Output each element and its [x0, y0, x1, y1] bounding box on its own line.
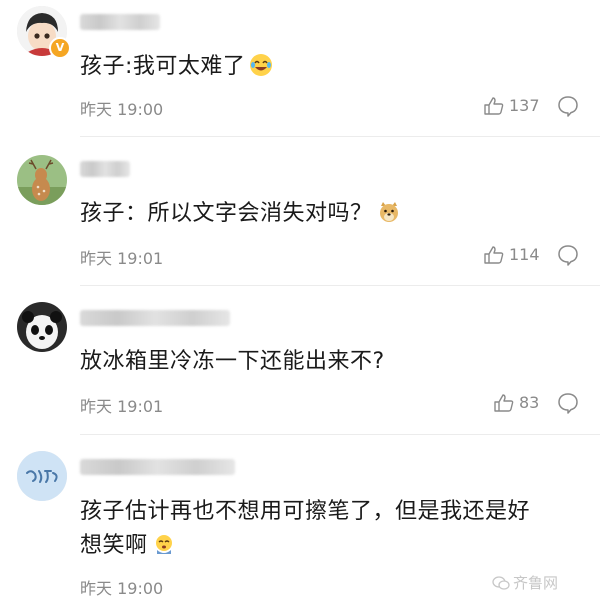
- timestamp: 昨天 19:00: [80, 100, 164, 119]
- divider: [80, 285, 600, 286]
- username-blurred[interactable]: [80, 14, 160, 30]
- avatar[interactable]: [17, 155, 67, 205]
- comment-text: 孩子估计再也不想用可擦笔了，但是我还是好 想笑啊: [80, 495, 590, 563]
- timestamp: 昨天 19:01: [80, 249, 164, 268]
- like-button[interactable]: 83: [494, 393, 539, 412]
- username-blurred[interactable]: [80, 310, 230, 326]
- comment-text: 放冰箱里冷冻一下还能出来不?: [80, 349, 385, 374]
- like-count: 83: [519, 393, 540, 412]
- crying-emoji: [152, 532, 176, 556]
- watermark-text: 齐鲁网: [513, 574, 559, 592]
- avatar[interactable]: [17, 302, 67, 352]
- verified-badge: V: [49, 37, 71, 59]
- wechat-icon: [492, 575, 510, 590]
- thumbs-up-icon: [494, 393, 514, 412]
- timestamp: 昨天 19:01: [80, 397, 164, 416]
- watermark: 齐鲁网: [492, 572, 558, 593]
- thumbs-up-icon: [484, 245, 504, 264]
- comment-text: 孩子：所以文字会消失对吗？: [80, 197, 590, 231]
- reply-bubble-icon[interactable]: [557, 392, 579, 414]
- reply-bubble-icon[interactable]: [557, 244, 579, 266]
- doge-emoji: [377, 200, 401, 224]
- divider: [80, 434, 600, 435]
- comment-text: 孩子:我可太难了: [80, 50, 590, 84]
- avatar[interactable]: [17, 451, 67, 501]
- timestamp: 昨天 19:00: [80, 579, 164, 598]
- comment-text-line: 想笑啊: [80, 529, 590, 563]
- like-count: 137: [509, 96, 540, 115]
- username-blurred[interactable]: [80, 459, 235, 475]
- like-count: 114: [509, 245, 540, 264]
- reply-bubble-icon[interactable]: [557, 95, 579, 117]
- username-blurred[interactable]: [80, 161, 130, 177]
- like-button[interactable]: 114: [484, 245, 540, 264]
- laugh-cry-emoji: [249, 53, 273, 77]
- comment-text-line: 孩子估计再也不想用可擦笔了，但是我还是好: [80, 499, 531, 524]
- divider: [80, 136, 600, 137]
- thumbs-up-icon: [484, 96, 504, 115]
- like-button[interactable]: 137: [484, 96, 540, 115]
